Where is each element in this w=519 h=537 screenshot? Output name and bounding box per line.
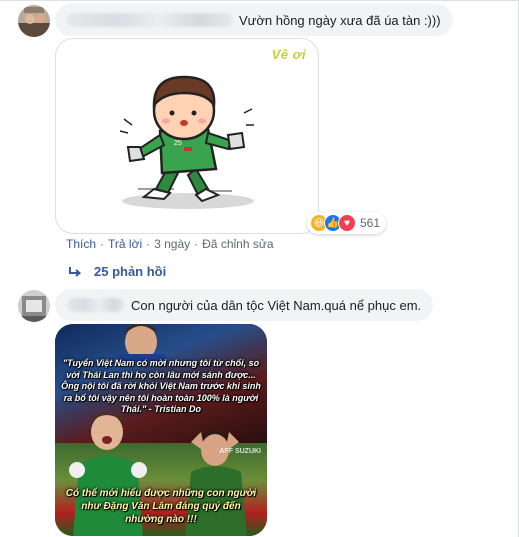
comment-bubble: Con người của dân tộc Việt Nam.quá nể ph… — [55, 289, 434, 321]
photo-attachment[interactable]: "Tuyển Việt Nam có mời nhưng tôi từ chối… — [55, 324, 267, 536]
comment-bubble: Vườn hồng ngày xưa đã úa tàn :))) — [55, 4, 453, 36]
view-replies-link[interactable]: 25 phản hồi — [68, 264, 166, 279]
sticker-attachment[interactable]: Vê ơi 25 — [55, 38, 319, 234]
commenter-avatar[interactable] — [18, 290, 50, 322]
reply-arrow-icon — [69, 266, 82, 277]
separator: · — [194, 237, 199, 251]
reaction-count: 561 — [360, 216, 381, 230]
svg-text:25: 25 — [174, 140, 182, 147]
comment-actions: Thích · Trả lời · 3 ngày · Đã chỉnh sửa — [66, 237, 274, 251]
photo-quote-text: "Tuyển Việt Nam có mời nhưng tôi từ chối… — [61, 358, 261, 415]
avatar-image — [18, 5, 50, 37]
sticker-watermark: Vê ơi — [271, 47, 306, 62]
comment-text: Vườn hồng ngày xưa đã úa tàn :))) — [239, 12, 441, 28]
love-icon: ♥ — [338, 214, 356, 232]
comment-text: Con người của dân tộc Việt Nam.quá nể ph… — [131, 297, 422, 313]
like-link[interactable]: Thích — [66, 237, 96, 251]
separator: · — [146, 237, 151, 251]
separator: · — [100, 237, 105, 251]
reply-link[interactable]: Trả lời — [108, 237, 142, 251]
commenter-name[interactable] — [67, 13, 233, 27]
timestamp[interactable]: 3 ngày — [154, 237, 190, 251]
avatar-image — [18, 290, 50, 322]
top-divider — [0, 0, 519, 1]
edited-label[interactable]: Đã chỉnh sửa — [202, 237, 273, 251]
commenter-name[interactable] — [67, 298, 125, 312]
commenter-avatar[interactable] — [18, 5, 50, 37]
replies-count-label: 25 phản hồi — [94, 264, 167, 279]
aff-suzuki-logo: AFF SUZUKI — [219, 448, 261, 455]
cartoon-player-sticker: 25 — [119, 75, 254, 209]
reaction-summary[interactable]: 😆 👍 ♥ 561 — [307, 212, 387, 234]
photo-caption-text: Có thể mới hiểu được những con người như… — [65, 488, 257, 525]
